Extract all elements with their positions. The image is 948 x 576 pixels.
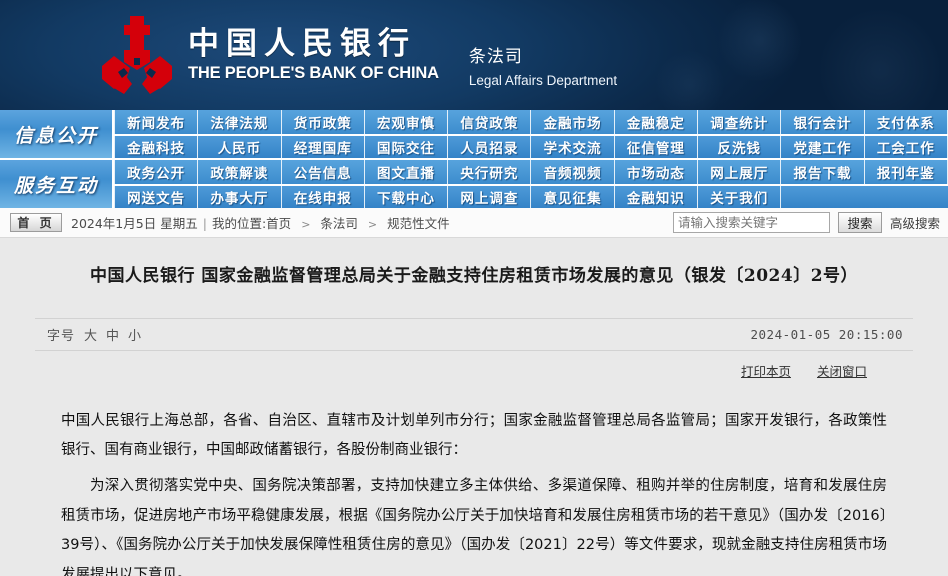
publish-datetime: 2024-01-05 20:15:00 (751, 327, 904, 342)
nav-item-bank-accounting[interactable]: 银行会计 (781, 110, 864, 134)
site-header-banner: 中国人民银行 THE PEOPLE'S BANK OF CHINA 条法司 Le… (0, 0, 948, 110)
font-size-small[interactable]: 小 (128, 329, 142, 344)
search-input[interactable] (673, 212, 830, 233)
document-paragraph: 中国人民银行上海总部，各省、自治区、直辖市及计划单列市分行；国家金融监督管理总局… (61, 407, 887, 466)
document-meta-row: 字号大中小 2024-01-05 20:15:00 (35, 318, 913, 350)
nav-item-online-declaration[interactable]: 在线申报 (282, 186, 365, 208)
font-size-label: 字号 (47, 329, 75, 344)
department-name-cn: 条法司 (469, 45, 617, 71)
pbc-logo-icon (100, 14, 174, 96)
nav-item-report-download[interactable]: 报告下载 (781, 160, 864, 184)
nav-item-monetary-policy[interactable]: 货币政策 (282, 110, 365, 134)
department-name-en: Legal Affairs Department (469, 70, 617, 92)
nav-section-title-information-disclosure[interactable]: 信息公开 (0, 110, 114, 158)
nav-item-survey-statistics[interactable]: 调查统计 (698, 110, 781, 134)
nav-row: 金融科技 人民币 经理国库 国际交往 人员招录 学术交流 征信管理 反洗钱 党建… (114, 134, 948, 158)
search-button[interactable]: 搜索 (838, 212, 882, 233)
nav-item-financial-market[interactable]: 金融市场 (531, 110, 614, 134)
nav-item-empty (865, 186, 948, 208)
nav-item-announcements[interactable]: 公告信息 (282, 160, 365, 184)
document-paragraph: 为深入贯彻落实党中央、国务院决策部署，支持加快建立多主体供给、多渠道保障、租购并… (61, 472, 887, 576)
nav-row: 新闻发布 法律法规 货币政策 宏观审慎 信贷政策 金融市场 金融稳定 调查统计 … (114, 110, 948, 134)
nav-item-laws-regulations[interactable]: 法律法规 (198, 110, 281, 134)
nav-item-policy-interpretation[interactable]: 政策解读 (198, 160, 281, 184)
nav-block-service-interaction: 服务互动 政务公开 政策解读 公告信息 图文直播 央行研究 音频视频 市场动态 … (0, 158, 948, 208)
nav-item-online-exhibition[interactable]: 网上展厅 (698, 160, 781, 184)
document-body: 中国人民银行上海总部，各省、自治区、直辖市及计划单列市分行；国家金融监督管理总局… (61, 407, 887, 576)
nav-item-download-center[interactable]: 下载中心 (365, 186, 448, 208)
nav-item-credit-reporting[interactable]: 征信管理 (615, 136, 698, 158)
close-window-link[interactable]: 关闭窗口 (817, 361, 867, 383)
nav-item-government-affairs[interactable]: 政务公开 (114, 160, 198, 184)
nav-item-anti-money-laundering[interactable]: 反洗钱 (698, 136, 781, 158)
nav-item-party-building[interactable]: 党建工作 (781, 136, 864, 158)
nav-grid-service-interaction: 政务公开 政策解读 公告信息 图文直播 央行研究 音频视频 市场动态 网上展厅 … (114, 160, 948, 208)
nav-item-rmb[interactable]: 人民币 (198, 136, 281, 158)
font-size-large[interactable]: 大 (84, 329, 98, 344)
advanced-search-link[interactable]: 高级搜索 (890, 213, 940, 232)
nav-block-information-disclosure: 信息公开 新闻发布 法律法规 货币政策 宏观审慎 信贷政策 金融市场 金融稳定 … (0, 110, 948, 158)
nav-item-audio-video[interactable]: 音频视频 (531, 160, 614, 184)
bank-name-cn: 中国人民银行 (188, 27, 439, 63)
nav-item-academic-exchange[interactable]: 学术交流 (531, 136, 614, 158)
nav-item-treasury-management[interactable]: 经理国库 (282, 136, 365, 158)
banner-brand: 中国人民银行 THE PEOPLE'S BANK OF CHINA 条法司 Le… (100, 14, 617, 96)
breadcrumb-divider: | (203, 216, 207, 231)
nav-item-opinion-solicitation[interactable]: 意见征集 (531, 186, 614, 208)
print-page-link[interactable]: 打印本页 (741, 361, 791, 383)
breadcrumb-item-legal-affairs[interactable]: 条法司 (320, 216, 358, 231)
nav-item-union-work[interactable]: 工会工作 (865, 136, 948, 158)
nav-row: 政务公开 政策解读 公告信息 图文直播 央行研究 音频视频 市场动态 网上展厅 … (114, 160, 948, 184)
nav-item-international-exchange[interactable]: 国际交往 (365, 136, 448, 158)
breadcrumb-bar: 首 页 2024年1月5日 星期五|我的位置:首页>条法司>规范性文件 搜索 高… (0, 208, 948, 238)
nav-item-online-documents[interactable]: 网送文告 (114, 186, 198, 208)
nav-item-financial-stability[interactable]: 金融稳定 (615, 110, 698, 134)
nav-item-empty (781, 186, 864, 208)
nav-item-periodical-yearbook[interactable]: 报刊年鉴 (865, 160, 948, 184)
document-actions: 打印本页 关闭窗口 (35, 361, 913, 383)
current-weekday: 星期五 (160, 216, 198, 231)
font-size-medium[interactable]: 中 (106, 329, 120, 344)
nav-item-credit-policy[interactable]: 信贷政策 (448, 110, 531, 134)
breadcrumb-location-label: 我的位置 (212, 216, 262, 231)
home-button[interactable]: 首 页 (10, 213, 62, 232)
font-size-controls: 字号大中小 (35, 325, 146, 344)
nav-item-recruitment[interactable]: 人员招录 (448, 136, 531, 158)
document-card: 中国人民银行 国家金融监督管理总局关于金融支持住房租赁市场发展的意见（银发〔20… (15, 250, 933, 576)
bank-name-block: 中国人民银行 THE PEOPLE'S BANK OF CHINA (188, 27, 439, 84)
current-date: 2024年1月5日 (71, 216, 156, 231)
main-navigation: 信息公开 新闻发布 法律法规 货币政策 宏观审慎 信贷政策 金融市场 金融稳定 … (0, 110, 948, 208)
chevron-right-icon: > (368, 218, 377, 231)
department-block: 条法司 Legal Affairs Department (469, 45, 617, 96)
page-body: 中国人民银行 国家金融监督管理总局关于金融支持住房租赁市场发展的意见（银发〔20… (0, 238, 948, 576)
breadcrumb-item-home[interactable]: 首页 (266, 216, 291, 231)
nav-item-macro-prudential[interactable]: 宏观审慎 (365, 110, 448, 134)
page-title: 中国人民银行 国家金融监督管理总局关于金融支持住房租赁市场发展的意见（银发〔20… (15, 250, 933, 290)
nav-item-live-broadcast[interactable]: 图文直播 (365, 160, 448, 184)
nav-item-service-hall[interactable]: 办事大厅 (198, 186, 281, 208)
nav-grid-information-disclosure: 新闻发布 法律法规 货币政策 宏观审慎 信贷政策 金融市场 金融稳定 调查统计 … (114, 110, 948, 158)
nav-item-fintech[interactable]: 金融科技 (114, 136, 198, 158)
nav-item-news-release[interactable]: 新闻发布 (114, 110, 198, 134)
nav-item-about-us[interactable]: 关于我们 (698, 186, 781, 208)
nav-item-payment-system[interactable]: 支付体系 (865, 110, 948, 134)
bank-name-en: THE PEOPLE'S BANK OF CHINA (188, 64, 439, 83)
nav-row: 网送文告 办事大厅 在线申报 下载中心 网上调查 意见征集 金融知识 关于我们 (114, 184, 948, 208)
nav-item-central-bank-research[interactable]: 央行研究 (448, 160, 531, 184)
nav-item-financial-knowledge[interactable]: 金融知识 (615, 186, 698, 208)
nav-item-market-dynamics[interactable]: 市场动态 (615, 160, 698, 184)
chevron-right-icon: > (301, 218, 310, 231)
search-area: 搜索 高级搜索 (673, 212, 940, 233)
breadcrumb: 2024年1月5日 星期五|我的位置:首页>条法司>规范性文件 (71, 213, 450, 232)
nav-item-online-survey[interactable]: 网上调查 (448, 186, 531, 208)
breadcrumb-item-normative-documents[interactable]: 规范性文件 (387, 216, 450, 231)
nav-section-title-service-interaction[interactable]: 服务互动 (0, 160, 114, 208)
meta-divider (35, 350, 913, 351)
